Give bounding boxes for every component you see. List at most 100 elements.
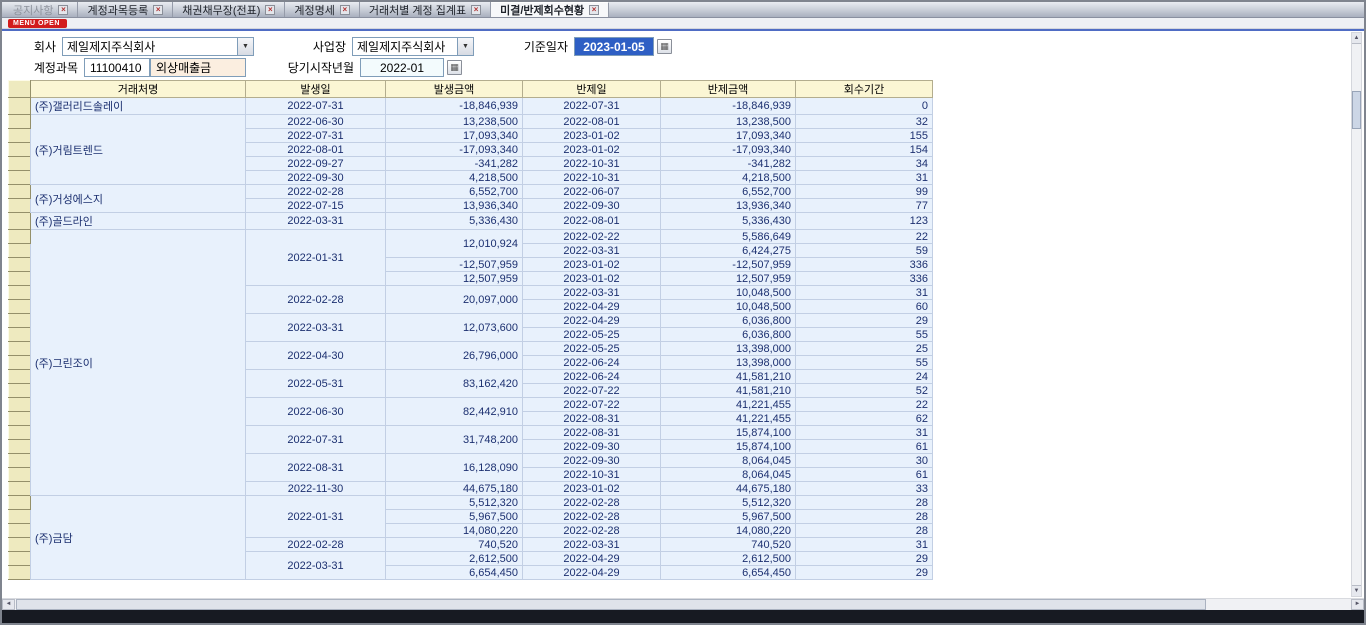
occur-amount-cell[interactable]: 6,654,450 xyxy=(386,566,523,580)
settle-amount-cell[interactable]: 13,398,000 xyxy=(661,342,796,356)
site-select[interactable]: 제일제지주식회사 ▼ xyxy=(352,37,474,56)
recover-days-cell[interactable]: 33 xyxy=(796,482,933,496)
scroll-right-icon[interactable]: ► xyxy=(1351,599,1364,610)
settle-date-cell[interactable]: 2022-08-31 xyxy=(523,426,661,440)
settle-amount-cell[interactable]: 41,221,455 xyxy=(661,398,796,412)
recover-days-cell[interactable]: 34 xyxy=(796,157,933,171)
settle-date-cell[interactable]: 2022-10-31 xyxy=(523,171,661,185)
settle-date-cell[interactable]: 2022-04-29 xyxy=(523,552,661,566)
occur-date-cell[interactable]: 2022-09-27 xyxy=(246,157,386,171)
tab-계정명세[interactable]: 계정명세× xyxy=(285,2,359,17)
settle-date-cell[interactable]: 2023-01-02 xyxy=(523,258,661,272)
settle-date-cell[interactable]: 2022-08-01 xyxy=(523,213,661,230)
account-name-field[interactable]: 외상매출금 xyxy=(150,58,246,77)
row-selector[interactable] xyxy=(9,143,31,157)
column-header[interactable]: 발생금액 xyxy=(386,81,523,98)
settle-amount-cell[interactable]: -12,507,959 xyxy=(661,258,796,272)
occur-date-cell[interactable]: 2022-07-15 xyxy=(246,199,386,213)
row-selector[interactable] xyxy=(9,314,31,328)
tab-close-icon[interactable]: × xyxy=(589,5,599,15)
occur-amount-cell[interactable]: 12,507,959 xyxy=(386,272,523,286)
settle-amount-cell[interactable]: 41,581,210 xyxy=(661,370,796,384)
row-selector[interactable] xyxy=(9,157,31,171)
row-selector[interactable] xyxy=(9,468,31,482)
calendar-icon[interactable]: ▦ xyxy=(657,39,672,54)
occur-date-cell[interactable]: 2022-02-28 xyxy=(246,538,386,552)
account-code-input[interactable]: 11100410 xyxy=(84,58,150,77)
recover-days-cell[interactable]: 31 xyxy=(796,171,933,185)
settle-amount-cell[interactable]: 4,218,500 xyxy=(661,171,796,185)
occur-date-cell[interactable]: 2022-03-31 xyxy=(246,213,386,230)
occur-date-cell[interactable]: 2022-03-31 xyxy=(246,314,386,342)
settle-date-cell[interactable]: 2022-02-28 xyxy=(523,496,661,510)
settle-date-cell[interactable]: 2022-09-30 xyxy=(523,440,661,454)
occur-date-cell[interactable]: 2022-03-31 xyxy=(246,552,386,580)
settle-date-cell[interactable]: 2022-04-29 xyxy=(523,300,661,314)
occur-amount-cell[interactable]: 5,967,500 xyxy=(386,510,523,524)
row-selector[interactable] xyxy=(9,115,31,129)
settle-date-cell[interactable]: 2022-06-24 xyxy=(523,356,661,370)
occur-date-cell[interactable]: 2022-01-31 xyxy=(246,496,386,538)
customer-cell[interactable]: (주)금담 xyxy=(31,496,246,580)
occur-amount-cell[interactable]: 4,218,500 xyxy=(386,171,523,185)
occur-amount-cell[interactable]: 26,796,000 xyxy=(386,342,523,370)
occur-amount-cell[interactable]: 6,552,700 xyxy=(386,185,523,199)
recover-days-cell[interactable]: 28 xyxy=(796,524,933,538)
settle-date-cell[interactable]: 2022-03-31 xyxy=(523,538,661,552)
recover-days-cell[interactable]: 59 xyxy=(796,244,933,258)
occur-amount-cell[interactable]: 2,612,500 xyxy=(386,552,523,566)
row-selector[interactable] xyxy=(9,300,31,314)
settle-amount-cell[interactable]: 2,612,500 xyxy=(661,552,796,566)
menu-open-button[interactable]: MENU OPEN xyxy=(8,19,67,28)
occur-amount-cell[interactable]: 5,512,320 xyxy=(386,496,523,510)
tab-채권채무장(전표)[interactable]: 채권채무장(전표)× xyxy=(173,2,285,17)
settle-amount-cell[interactable]: 5,967,500 xyxy=(661,510,796,524)
occur-amount-cell[interactable]: -18,846,939 xyxy=(386,98,523,115)
row-selector[interactable] xyxy=(9,356,31,370)
settle-amount-cell[interactable]: 15,874,100 xyxy=(661,426,796,440)
occur-amount-cell[interactable]: 12,010,924 xyxy=(386,230,523,258)
settle-amount-cell[interactable]: 5,512,320 xyxy=(661,496,796,510)
occur-amount-cell[interactable]: 44,675,180 xyxy=(386,482,523,496)
row-selector[interactable] xyxy=(9,244,31,258)
customer-cell[interactable]: (주)그린조이 xyxy=(31,230,246,496)
settle-date-cell[interactable]: 2022-06-07 xyxy=(523,185,661,199)
settle-amount-cell[interactable]: 41,221,455 xyxy=(661,412,796,426)
occur-date-cell[interactable]: 2022-07-31 xyxy=(246,426,386,454)
settle-amount-cell[interactable]: 6,552,700 xyxy=(661,185,796,199)
recover-days-cell[interactable]: 25 xyxy=(796,342,933,356)
recover-days-cell[interactable]: 55 xyxy=(796,356,933,370)
scroll-left-icon[interactable]: ◄ xyxy=(2,599,15,610)
settle-date-cell[interactable]: 2022-03-31 xyxy=(523,286,661,300)
settle-amount-cell[interactable]: 10,048,500 xyxy=(661,286,796,300)
row-selector[interactable] xyxy=(9,538,31,552)
settle-date-cell[interactable]: 2022-07-31 xyxy=(523,98,661,115)
recover-days-cell[interactable]: 60 xyxy=(796,300,933,314)
row-selector[interactable] xyxy=(9,328,31,342)
row-selector[interactable] xyxy=(9,286,31,300)
column-header[interactable]: 회수기간 xyxy=(796,81,933,98)
recover-days-cell[interactable]: 22 xyxy=(796,398,933,412)
row-selector[interactable] xyxy=(9,440,31,454)
occur-amount-cell[interactable]: 20,097,000 xyxy=(386,286,523,314)
tab-계정과목등록[interactable]: 계정과목등록× xyxy=(78,2,173,17)
recover-days-cell[interactable]: 99 xyxy=(796,185,933,199)
recover-days-cell[interactable]: 55 xyxy=(796,328,933,342)
occur-amount-cell[interactable]: 12,073,600 xyxy=(386,314,523,342)
company-select[interactable]: 제일제지주식회사 ▼ xyxy=(62,37,254,56)
recover-days-cell[interactable]: 52 xyxy=(796,384,933,398)
column-header[interactable]: 반제금액 xyxy=(661,81,796,98)
settle-date-cell[interactable]: 2022-02-22 xyxy=(523,230,661,244)
tab-거래처별 계정 집계표[interactable]: 거래처별 계정 집계표× xyxy=(360,2,491,17)
tab-close-icon[interactable]: × xyxy=(153,5,163,15)
recover-days-cell[interactable]: 62 xyxy=(796,412,933,426)
horizontal-scroll-thumb[interactable] xyxy=(16,599,1206,610)
settle-date-cell[interactable]: 2022-09-30 xyxy=(523,454,661,468)
occur-amount-cell[interactable]: 16,128,090 xyxy=(386,454,523,482)
occur-date-cell[interactable]: 2022-09-30 xyxy=(246,171,386,185)
settle-amount-cell[interactable]: 13,398,000 xyxy=(661,356,796,370)
occur-amount-cell[interactable]: 31,748,200 xyxy=(386,426,523,454)
occur-date-cell[interactable]: 2022-11-30 xyxy=(246,482,386,496)
row-selector[interactable] xyxy=(9,98,31,115)
settle-amount-cell[interactable]: 6,424,275 xyxy=(661,244,796,258)
